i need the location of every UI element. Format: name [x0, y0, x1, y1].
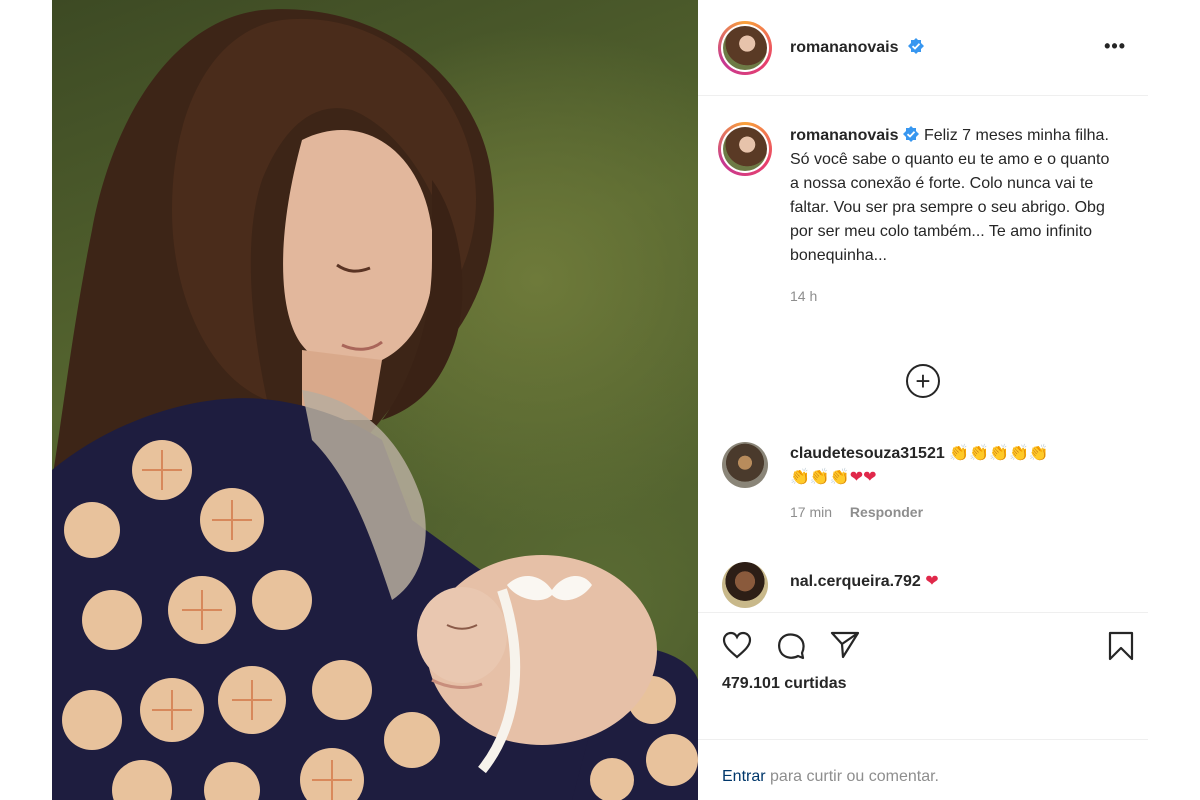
avatar-ring-inner	[721, 23, 769, 72]
caption-timestamp[interactable]: 14 h	[790, 288, 1124, 304]
heart-emoji-icon: ❤	[925, 573, 939, 590]
more-dots-icon[interactable]: •••	[1104, 36, 1126, 57]
share-icon[interactable]	[830, 631, 860, 659]
load-more-comments-button[interactable]: +	[906, 364, 940, 398]
likes-count[interactable]: 479.101 curtidas	[722, 675, 847, 693]
login-link[interactable]: Entrar	[722, 768, 766, 785]
comment-avatar[interactable]	[722, 562, 768, 608]
comment-avatar[interactable]	[722, 442, 768, 488]
post-photo	[52, 0, 698, 800]
bookmark-icon[interactable]	[1108, 631, 1134, 661]
comment-body: claudetesouza31521 👏👏👏👏👏 👏👏👏❤❤	[790, 442, 1120, 490]
login-prompt: Entrar para curtir ou comentar.	[698, 739, 1148, 800]
caption-text: romananovais Feliz 7 meses minha filha. …	[790, 124, 1120, 268]
comment-meta: 17 min Responder	[790, 504, 1148, 520]
login-prompt-text: para curtir ou comentar.	[765, 768, 939, 785]
photo-illustration	[52, 9, 698, 800]
avatar	[723, 25, 767, 70]
reply-button[interactable]: Responder	[850, 504, 923, 520]
comment-item: claudetesouza31521 👏👏👏👏👏 👏👏👏❤❤ 17 min Re…	[698, 442, 1148, 562]
caption-avatar	[723, 127, 767, 171]
verified-badge-icon	[903, 126, 920, 142]
header-username-text[interactable]: romananovais	[790, 39, 898, 56]
comment-username[interactable]: nal.cerqueira.792	[790, 573, 921, 590]
comment-icon[interactable]	[776, 631, 806, 661]
header-username[interactable]: romananovais	[790, 38, 924, 57]
clap-emoji-icon: 👏👏👏👏👏	[949, 445, 1049, 462]
comment-username[interactable]: claudetesouza31521	[790, 445, 945, 462]
heart-icon[interactable]	[722, 631, 752, 659]
action-icons	[698, 613, 1148, 673]
comment-timestamp[interactable]: 17 min	[790, 504, 832, 520]
post-header: romananovais •••	[698, 0, 1148, 96]
comment-body: nal.cerqueira.792 ❤	[790, 562, 1120, 594]
caption-section: romananovais Feliz 7 meses minha filha. …	[698, 96, 1148, 442]
post-sidebar: romananovais ••• romananovais Feliz 7 me…	[698, 0, 1148, 800]
verified-badge-icon	[907, 38, 924, 54]
caption-body: Feliz 7 meses minha filha. Só você sabe …	[790, 127, 1110, 264]
caption-username[interactable]: romananovais	[790, 127, 898, 144]
caption-avatar-inner	[721, 125, 769, 173]
plus-icon: +	[915, 366, 931, 396]
clap-emoji-icon: 👏👏👏	[790, 469, 850, 486]
heart-emoji-icon: ❤❤	[849, 469, 877, 486]
instagram-post: romananovais ••• romananovais Feliz 7 me…	[0, 0, 1200, 800]
caption-avatar-ring[interactable]	[718, 122, 772, 176]
post-actions: 479.101 curtidas Entrar para curtir ou c…	[698, 612, 1148, 800]
story-ring[interactable]	[718, 20, 772, 75]
